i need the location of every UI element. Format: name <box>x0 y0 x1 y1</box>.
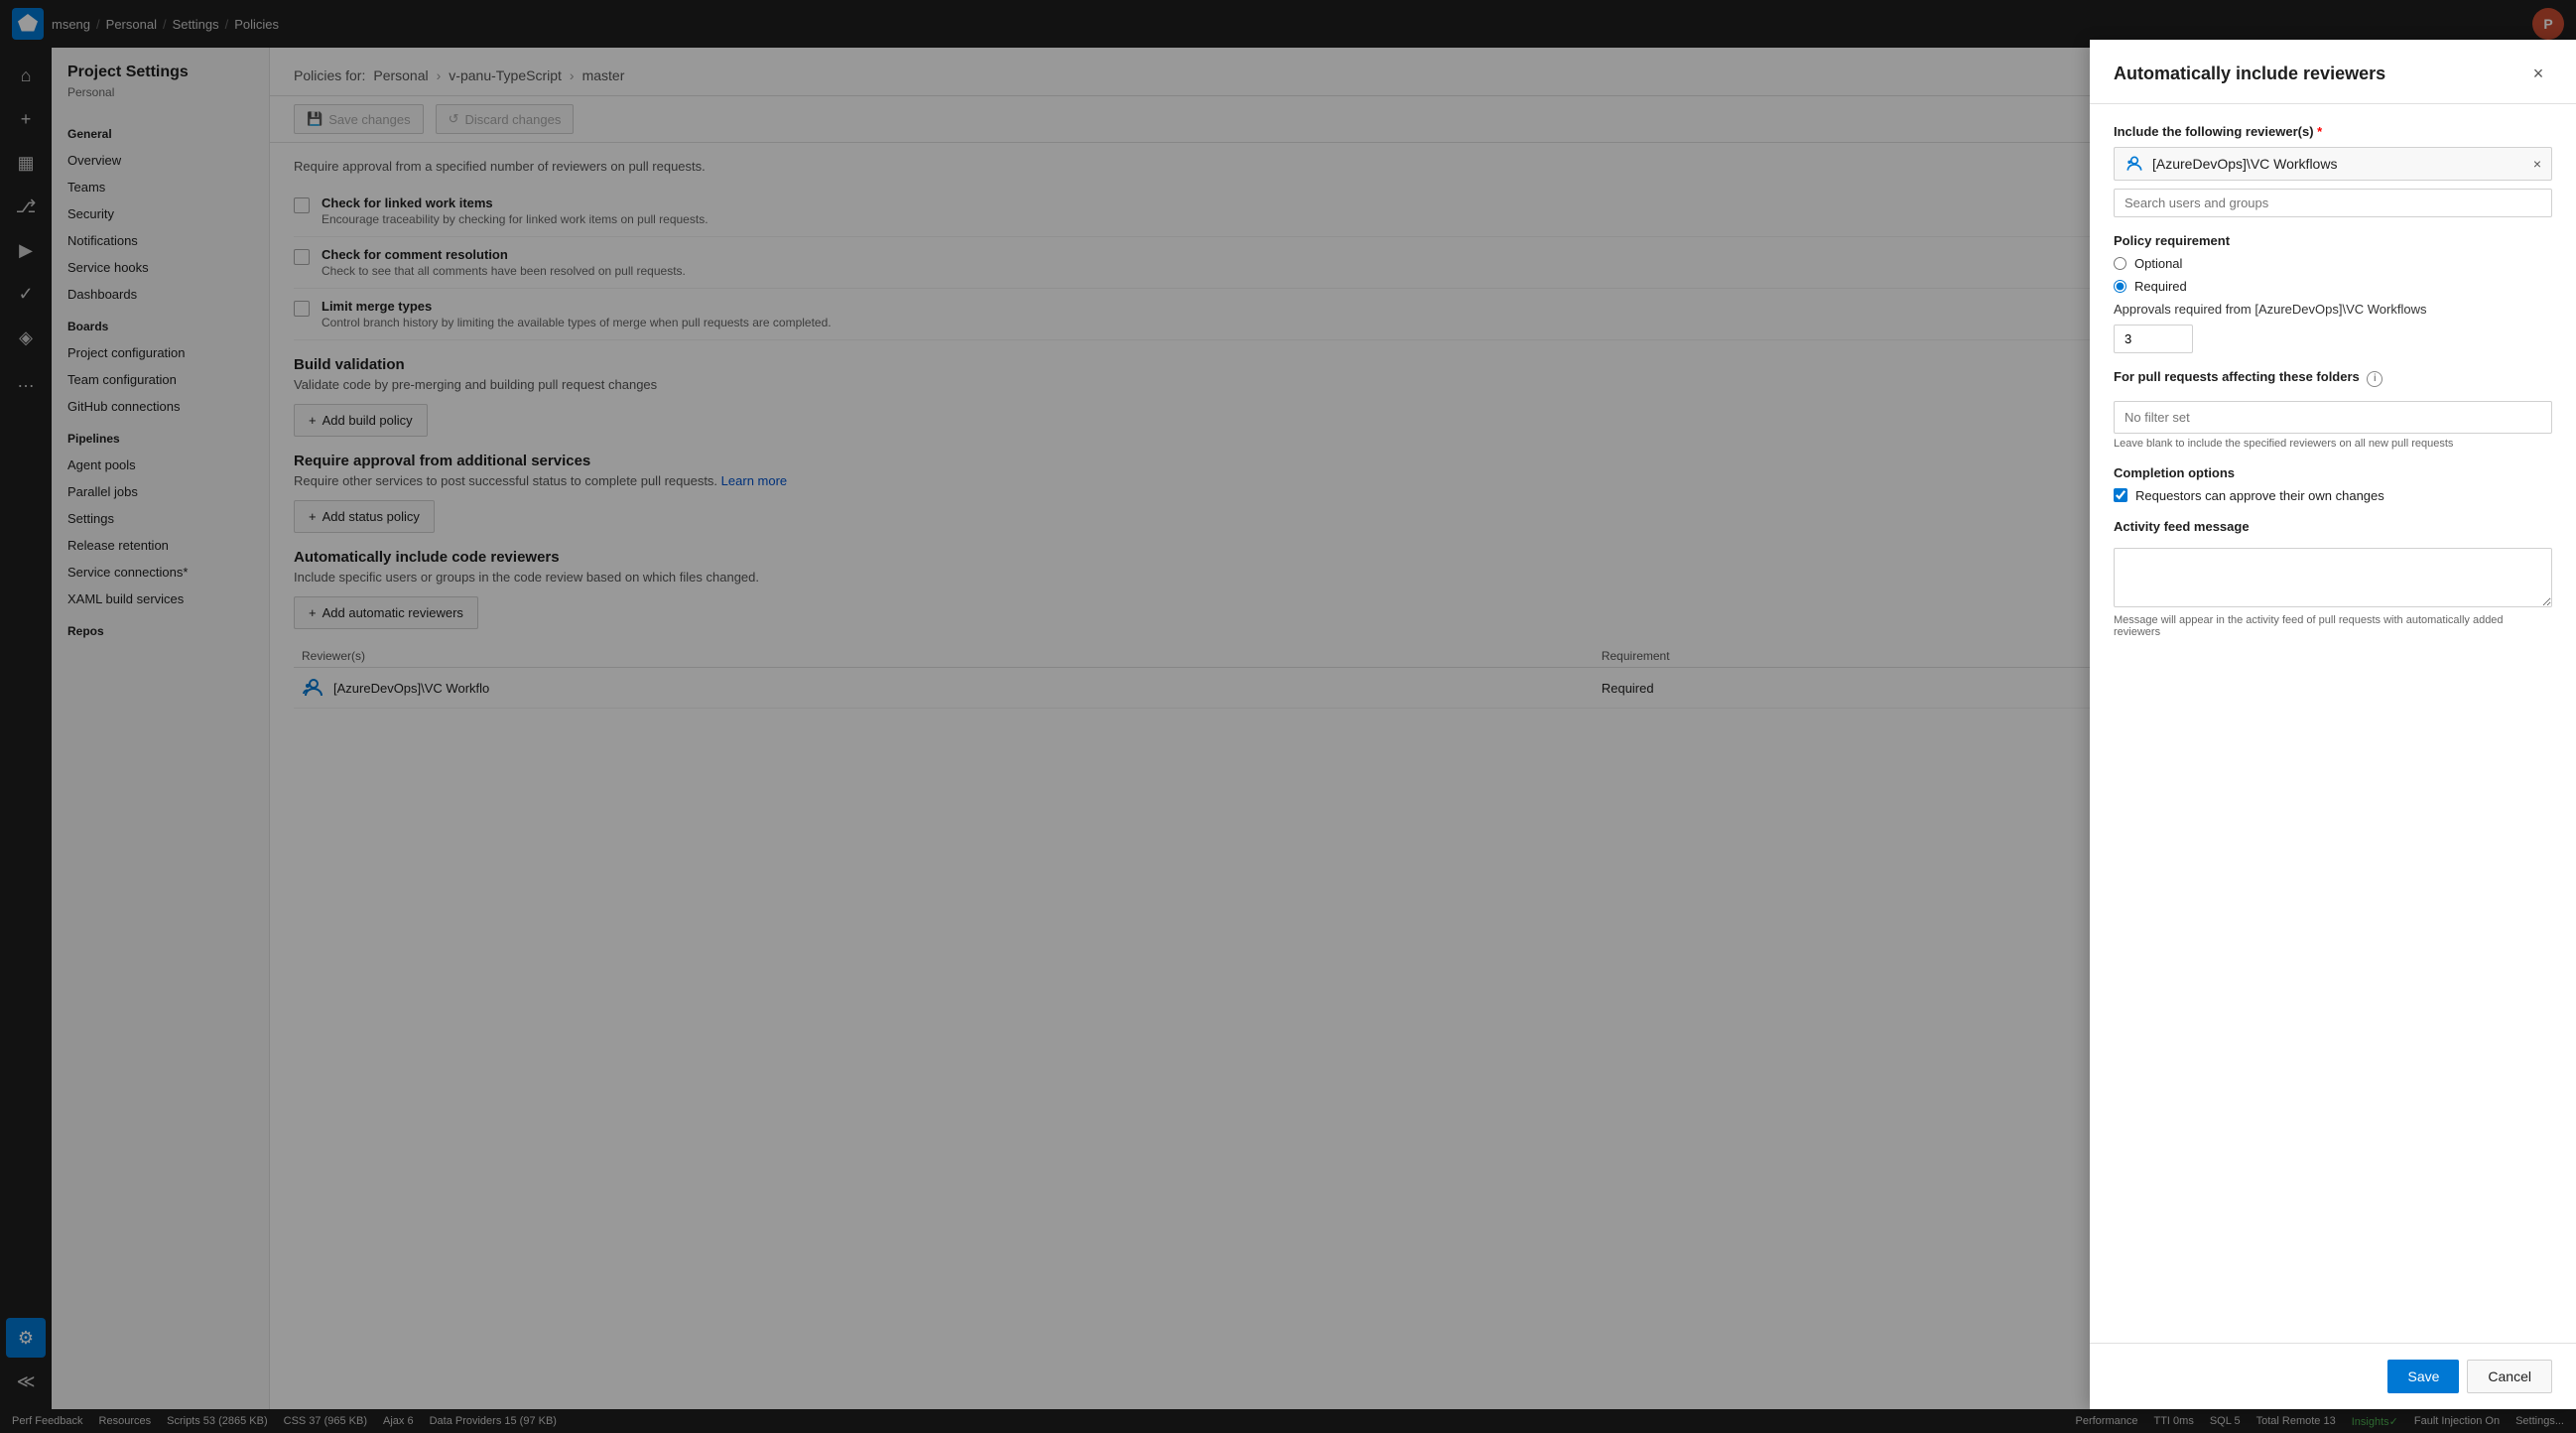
activity-feed-label: Activity feed message <box>2114 519 2552 534</box>
modal-title: Automatically include reviewers <box>2114 64 2385 84</box>
completion-checkbox-item[interactable]: Requestors can approve their own changes <box>2114 488 2552 503</box>
radio-optional-input[interactable] <box>2114 257 2126 270</box>
completion-options-label: Completion options <box>2114 465 2552 480</box>
approvals-input[interactable] <box>2114 325 2193 353</box>
modal-body: Include the following reviewer(s) * [Azu… <box>2090 104 2576 1343</box>
reviewer-tag-icon <box>2125 154 2144 174</box>
folder-info-icon[interactable]: i <box>2367 371 2383 387</box>
folder-hint: Leave blank to include the specified rev… <box>2114 438 2552 450</box>
modal-close-button[interactable]: × <box>2524 60 2552 87</box>
activity-feed-group: Activity feed message Message will appea… <box>2114 519 2552 638</box>
modal-footer: Save Cancel <box>2090 1343 2576 1409</box>
reviewer-tag-remove-button[interactable]: × <box>2533 156 2541 172</box>
folder-filter-group: For pull requests affecting these folder… <box>2114 369 2552 450</box>
search-users-input[interactable] <box>2114 189 2552 217</box>
reviewer-tag-name: [AzureDevOps]\VC Workflows <box>2152 156 2337 172</box>
policy-requirement-group: Policy requirement Optional Required App… <box>2114 233 2552 353</box>
folder-filter-label: For pull requests affecting these folder… <box>2114 369 2552 387</box>
reviewer-field-label: Include the following reviewer(s) * <box>2114 124 2552 139</box>
folder-filter-input[interactable] <box>2114 401 2552 434</box>
completion-checkbox[interactable] <box>2114 488 2127 502</box>
activity-feed-textarea[interactable] <box>2114 548 2552 607</box>
radio-required-input[interactable] <box>2114 280 2126 293</box>
activity-hint: Message will appear in the activity feed… <box>2114 614 2552 638</box>
modal-header: Automatically include reviewers × <box>2090 40 2576 104</box>
completion-checkbox-label: Requestors can approve their own changes <box>2135 488 2384 503</box>
cancel-button[interactable]: Cancel <box>2467 1360 2552 1393</box>
completion-options-group: Completion options Requestors can approv… <box>2114 465 2552 503</box>
reviewer-tag: [AzureDevOps]\VC Workflows × <box>2114 147 2552 181</box>
radio-required[interactable]: Required <box>2114 279 2552 294</box>
approvals-label: Approvals required from [AzureDevOps]\VC… <box>2114 302 2552 317</box>
radio-group: Optional Required <box>2114 256 2552 294</box>
reviewer-field-group: Include the following reviewer(s) * [Azu… <box>2114 124 2552 217</box>
radio-optional[interactable]: Optional <box>2114 256 2552 271</box>
policy-requirement-label: Policy requirement <box>2114 233 2552 248</box>
modal: Automatically include reviewers × Includ… <box>2090 40 2576 1409</box>
save-button[interactable]: Save <box>2387 1360 2459 1393</box>
